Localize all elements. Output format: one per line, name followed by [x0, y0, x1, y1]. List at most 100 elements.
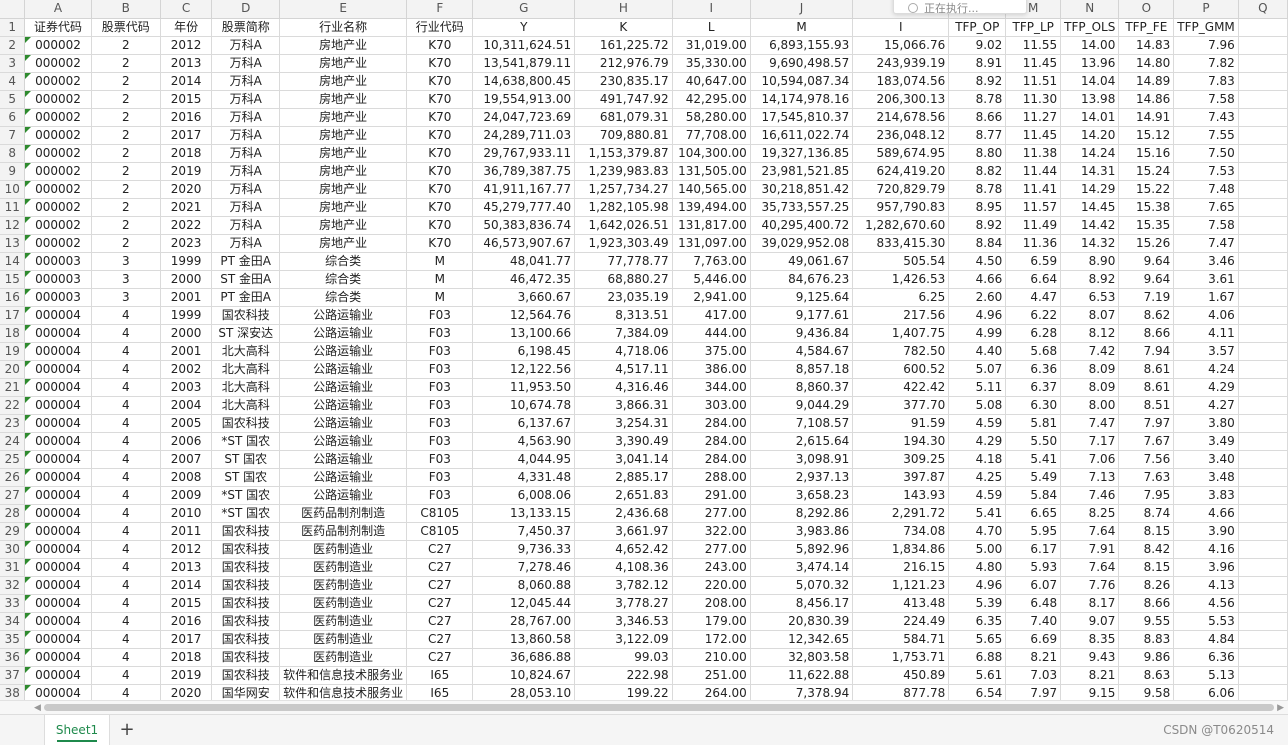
data-cell[interactable]: 5.81 [1005, 414, 1062, 433]
data-cell[interactable]: 11.45 [1005, 126, 1062, 145]
data-cell[interactable]: 8.25 [1060, 504, 1120, 523]
data-cell[interactable]: 房地产业 [279, 72, 408, 91]
data-cell[interactable]: 4 [91, 486, 161, 505]
data-cell[interactable]: 3.57 [1173, 342, 1239, 361]
data-cell[interactable]: 14.91 [1118, 108, 1175, 127]
column-letter-header[interactable]: I [672, 0, 751, 19]
data-cell[interactable]: 7.19 [1118, 288, 1175, 307]
data-cell[interactable]: 5.41 [1005, 450, 1062, 469]
data-cell[interactable]: 5.65 [948, 630, 1007, 649]
data-cell[interactable]: 7.96 [1173, 36, 1239, 55]
data-cell[interactable]: 6.07 [1005, 576, 1062, 595]
data-cell[interactable]: 30,218,851.42 [750, 180, 854, 199]
data-cell[interactable]: 3.61 [1173, 270, 1239, 289]
data-cell[interactable]: 万科A [211, 234, 281, 253]
data-cell[interactable]: C8105 [406, 504, 474, 523]
data-cell[interactable]: 7.46 [1060, 486, 1120, 505]
data-cell[interactable]: 8.21 [1005, 648, 1062, 667]
header-cell[interactable] [1238, 18, 1288, 37]
data-cell[interactable] [1238, 36, 1288, 55]
data-cell[interactable]: 房地产业 [279, 198, 408, 217]
data-cell[interactable]: 4 [91, 576, 161, 595]
data-cell[interactable]: 2 [91, 216, 161, 235]
data-cell[interactable]: 143.93 [852, 486, 950, 505]
data-cell[interactable]: 000003 [24, 270, 92, 289]
data-cell[interactable]: 2003 [160, 378, 213, 397]
data-cell[interactable]: 7.13 [1060, 468, 1120, 487]
data-cell[interactable]: K70 [406, 126, 474, 145]
data-cell[interactable]: 720,829.79 [852, 180, 950, 199]
row-number[interactable]: 35 [0, 630, 26, 649]
data-cell[interactable]: 5.93 [1005, 558, 1062, 577]
data-cell[interactable]: 3 [91, 288, 161, 307]
row-number[interactable]: 33 [0, 594, 26, 613]
header-cell[interactable]: 证券代码 [24, 18, 92, 37]
data-cell[interactable]: 40,647.00 [672, 72, 751, 91]
data-cell[interactable]: 13.96 [1060, 54, 1120, 73]
data-cell[interactable]: 4 [91, 540, 161, 559]
column-letter-header[interactable]: J [750, 0, 854, 19]
data-cell[interactable]: 12,122.56 [472, 360, 576, 379]
data-cell[interactable]: 131,505.00 [672, 162, 751, 181]
data-cell[interactable]: 6.25 [852, 288, 950, 307]
data-cell[interactable]: 8.00 [1060, 396, 1120, 415]
data-cell[interactable]: 11.38 [1005, 144, 1062, 163]
data-cell[interactable]: 7,763.00 [672, 252, 751, 271]
data-cell[interactable]: 公路运输业 [279, 306, 408, 325]
column-letter-header[interactable]: P [1173, 0, 1239, 19]
data-cell[interactable]: 万科A [211, 198, 281, 217]
data-cell[interactable]: 589,674.95 [852, 144, 950, 163]
data-cell[interactable]: 国华网安 [211, 684, 281, 700]
spreadsheet-area[interactable]: ABCDEFGHIJKLMNOPQ 1证券代码股票代码年份股票简称行业名称行业代… [0, 0, 1288, 700]
data-cell[interactable]: 公路运输业 [279, 468, 408, 487]
data-cell[interactable]: 6.30 [1005, 396, 1062, 415]
data-cell[interactable]: 2004 [160, 396, 213, 415]
data-cell[interactable] [1238, 522, 1288, 541]
data-cell[interactable]: 386.00 [672, 360, 751, 379]
data-cell[interactable]: 000004 [24, 342, 92, 361]
data-cell[interactable]: 6,137.67 [472, 414, 576, 433]
data-cell[interactable]: 3,098.91 [750, 450, 854, 469]
data-cell[interactable]: 000004 [24, 522, 92, 541]
row-number[interactable]: 25 [0, 450, 26, 469]
data-cell[interactable]: 2019 [160, 162, 213, 181]
data-cell[interactable]: 房地产业 [279, 162, 408, 181]
data-cell[interactable]: 万科A [211, 54, 281, 73]
data-cell[interactable]: 8.12 [1060, 324, 1120, 343]
data-cell[interactable]: 公路运输业 [279, 486, 408, 505]
data-cell[interactable]: 万科A [211, 180, 281, 199]
data-cell[interactable]: 584.71 [852, 630, 950, 649]
data-cell[interactable]: 2 [91, 162, 161, 181]
data-cell[interactable]: 6,008.06 [472, 486, 576, 505]
row-number[interactable]: 18 [0, 324, 26, 343]
data-cell[interactable]: 58,280.00 [672, 108, 751, 127]
data-cell[interactable]: PT 金田A [211, 252, 281, 271]
data-cell[interactable]: 35,733,557.25 [750, 198, 854, 217]
data-cell[interactable]: 31,019.00 [672, 36, 751, 55]
data-cell[interactable]: 5.11 [948, 378, 1007, 397]
data-cell[interactable]: 4,108.36 [574, 558, 673, 577]
data-cell[interactable]: 北大高科 [211, 360, 281, 379]
data-cell[interactable]: 2007 [160, 450, 213, 469]
data-cell[interactable] [1238, 378, 1288, 397]
data-cell[interactable]: 000002 [24, 36, 92, 55]
data-cell[interactable]: 000003 [24, 288, 92, 307]
row-number[interactable]: 21 [0, 378, 26, 397]
data-cell[interactable]: 450.89 [852, 666, 950, 685]
data-cell[interactable]: 397.87 [852, 468, 950, 487]
data-cell[interactable]: ST 国农 [211, 450, 281, 469]
data-cell[interactable]: 2021 [160, 198, 213, 217]
data-cell[interactable]: 000004 [24, 684, 92, 700]
data-cell[interactable]: 14.00 [1060, 36, 1120, 55]
row-number[interactable]: 22 [0, 396, 26, 415]
data-cell[interactable]: 48,041.77 [472, 252, 576, 271]
data-cell[interactable] [1238, 162, 1288, 181]
data-cell[interactable]: 9.07 [1060, 612, 1120, 631]
data-cell[interactable]: 房地产业 [279, 144, 408, 163]
column-letter-header[interactable]: C [160, 0, 213, 19]
data-cell[interactable]: C27 [406, 576, 474, 595]
data-cell[interactable]: 2002 [160, 360, 213, 379]
data-cell[interactable]: 11.51 [1005, 72, 1062, 91]
data-cell[interactable]: 9,436.84 [750, 324, 854, 343]
data-cell[interactable]: 000002 [24, 180, 92, 199]
